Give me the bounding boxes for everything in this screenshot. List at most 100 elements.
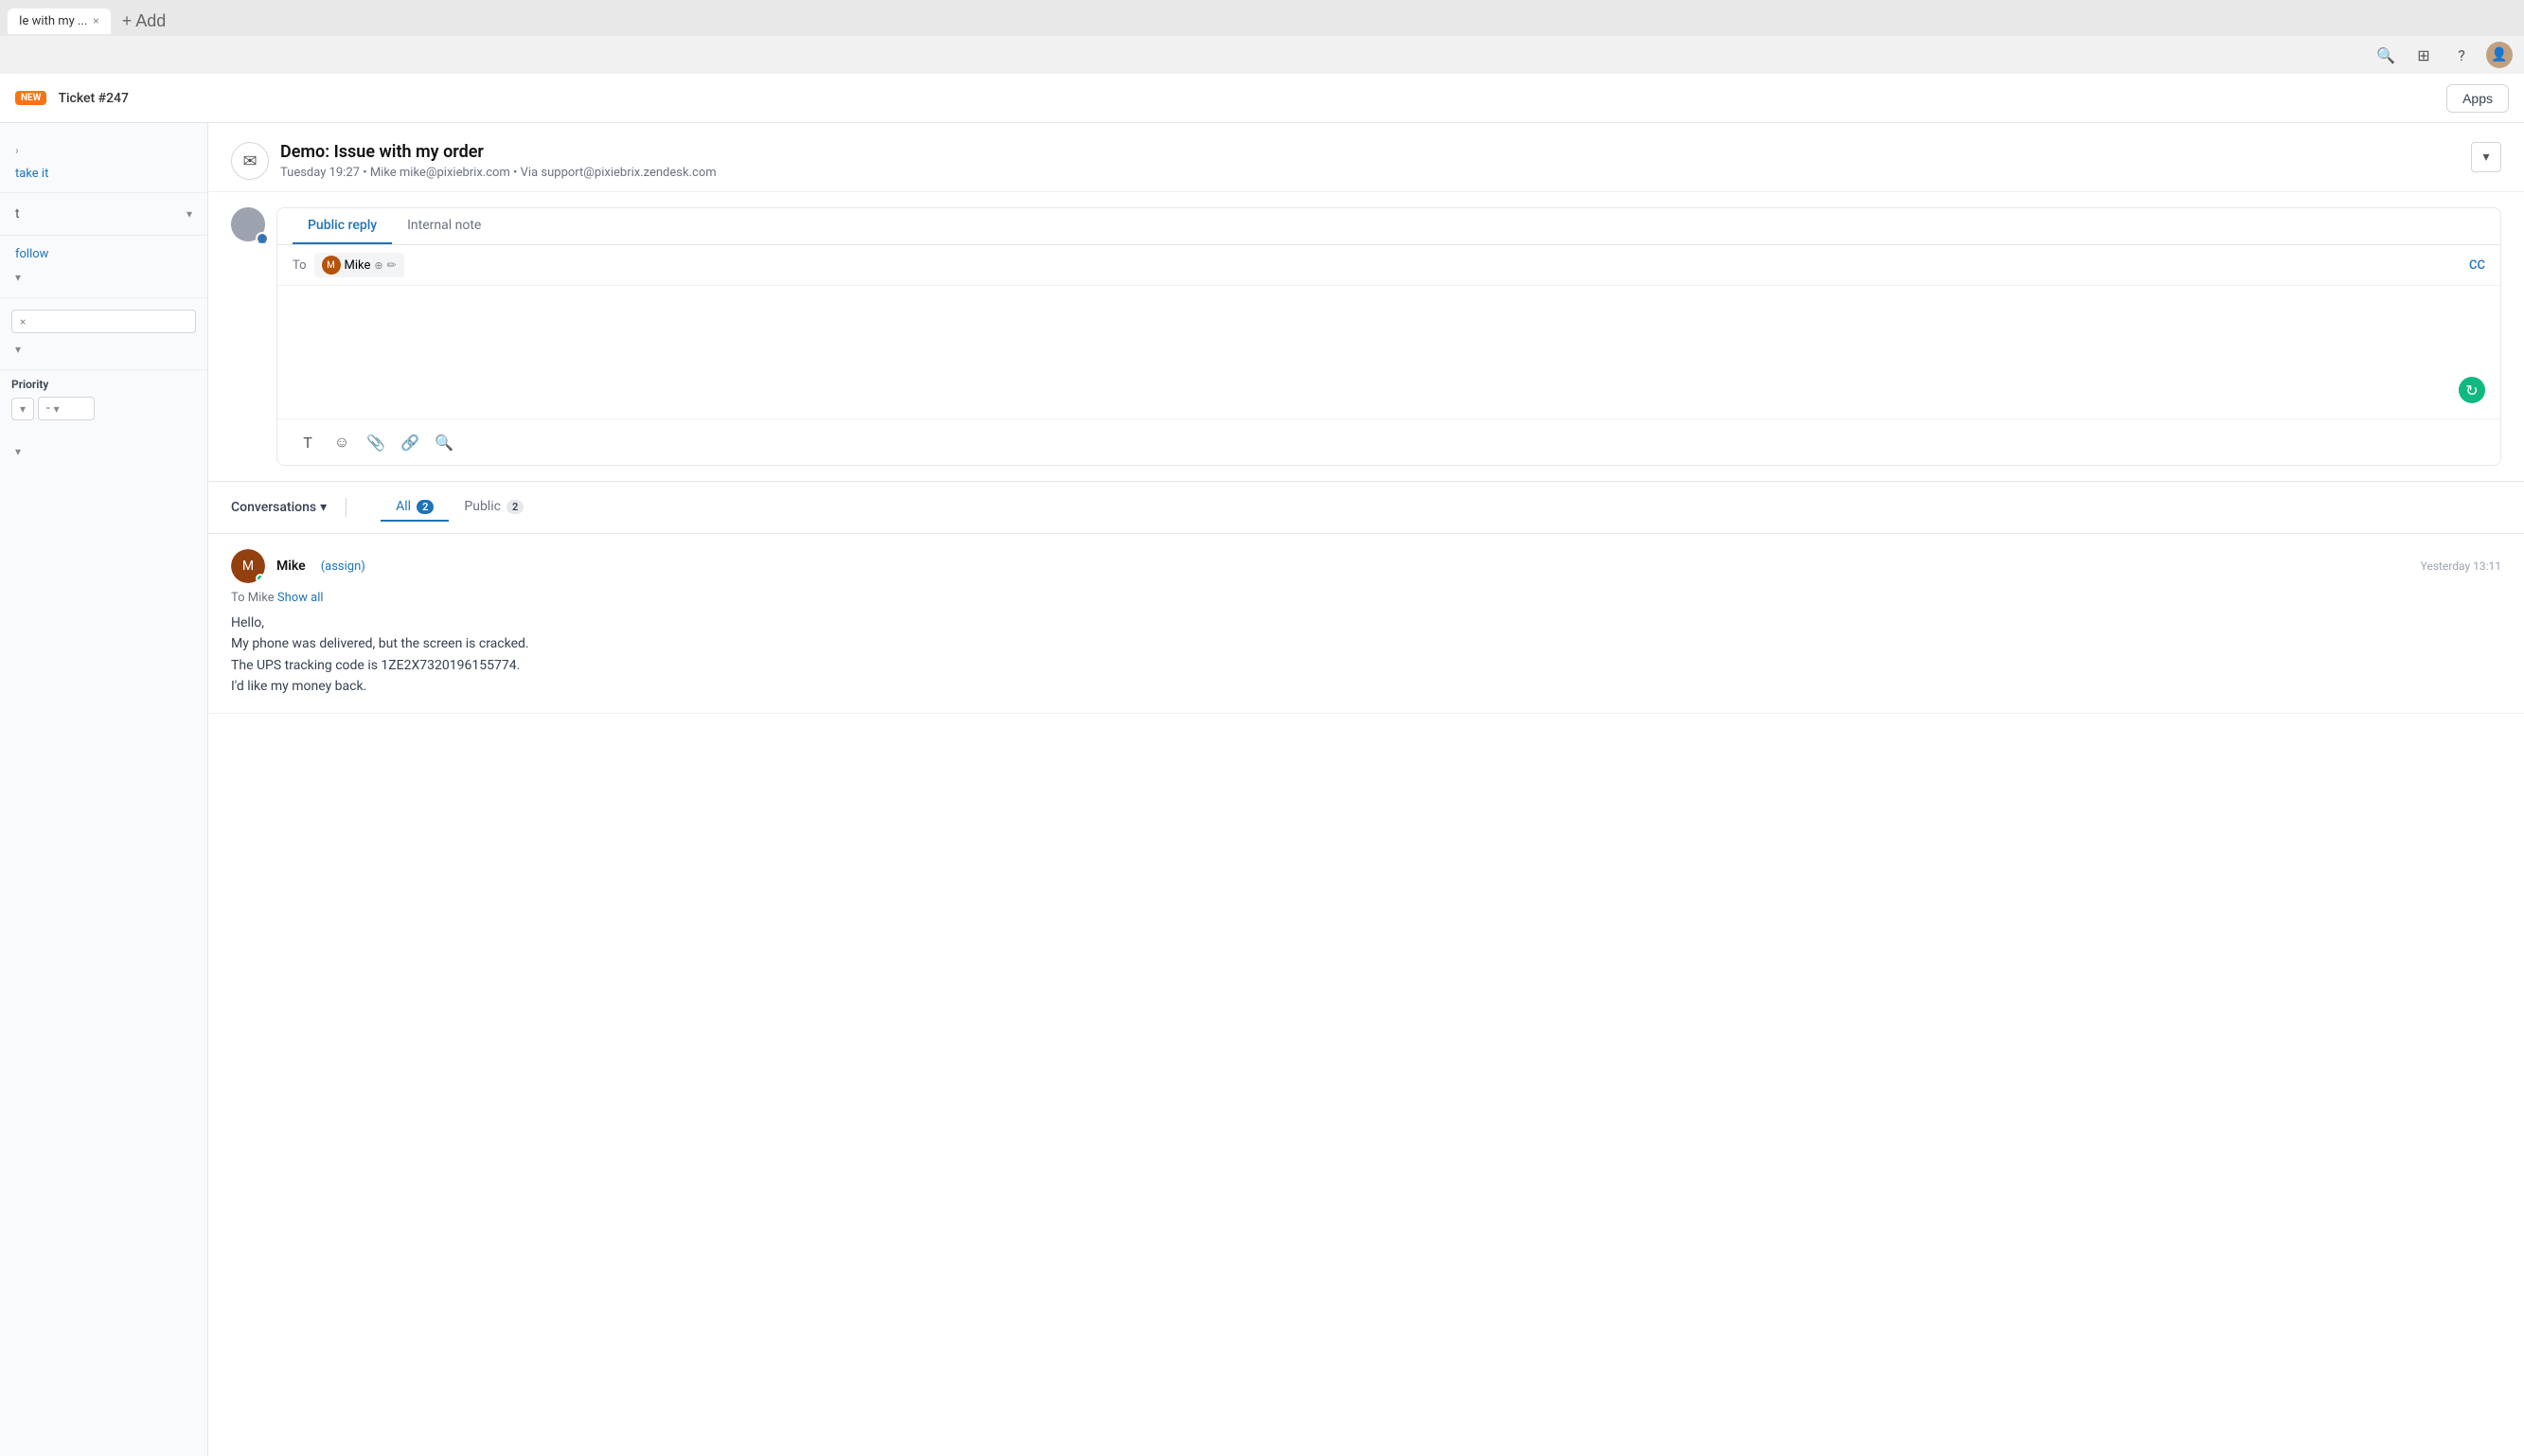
to-recipient[interactable]: M Mike ⊕ ✏: [314, 253, 404, 277]
message-line-2: My phone was delivered, but the screen i…: [231, 633, 2501, 654]
chevron-down-icon: ▾: [2482, 150, 2489, 165]
priority-value-btn[interactable]: - ▾: [38, 397, 95, 420]
ticket-label: Ticket #247: [58, 91, 129, 106]
sidebar-action-take[interactable]: take it: [11, 163, 196, 185]
to-label: To: [293, 258, 307, 273]
conversations-label: Conversations: [231, 500, 316, 515]
email-info: Demo: Issue with my order Tuesday 19:27 …: [280, 142, 2460, 180]
message-time: Yesterday 13:11: [2421, 559, 2501, 573]
email-header: ✉ Demo: Issue with my order Tuesday 19:2…: [208, 123, 2524, 192]
reply-area: 👤 Public reply Internal note To M: [208, 192, 2524, 482]
sidebar: › take it t ▾ follow ▾ ×: [0, 123, 208, 1456]
email-subject: Demo: Issue with my order: [280, 142, 2460, 162]
sidebar-section-2: t ▾: [0, 193, 207, 236]
reply-toolbar: T ☺ 📎 🔗 🔍: [277, 418, 2500, 465]
tab-title: Ie with my ...: [19, 14, 87, 28]
profile-icon[interactable]: 👤: [2486, 42, 2513, 68]
message-to: To Mike Show all: [231, 591, 2501, 605]
message-line-3: The UPS tracking code is 1ZE2X7320196155…: [231, 655, 2501, 676]
app: NEW Ticket #247 Apps › take it t ▾ follo…: [0, 74, 2524, 1456]
new-badge: NEW: [15, 91, 46, 105]
separator-1: [346, 498, 347, 517]
sidebar-section-bottom: ▾: [0, 432, 207, 471]
filter-public-label: Public: [464, 499, 501, 514]
priority-section: Priority ▾ - ▾: [0, 370, 207, 428]
browser-active-tab[interactable]: Ie with my ... ×: [8, 9, 111, 34]
sidebar-input[interactable]: [26, 314, 187, 328]
conversations-header: Conversations ▾ All 2 Public 2: [208, 482, 2524, 534]
reply-text-area[interactable]: ↻: [277, 286, 2500, 418]
sidebar-action-follow[interactable]: follow: [11, 243, 196, 265]
cc-button[interactable]: CC: [2469, 258, 2485, 273]
reply-to-row: To M Mike ⊕ ✏ CC: [277, 245, 2500, 286]
sidebar-row-3[interactable]: ▾: [11, 265, 196, 290]
reply-row: 👤 Public reply Internal note To M: [231, 207, 2501, 466]
filter-public-badge: 2: [507, 500, 524, 514]
header-right: Apps: [2446, 84, 2509, 113]
help-icon[interactable]: ?: [2448, 42, 2475, 68]
grid-icon[interactable]: ⊞: [2410, 42, 2437, 68]
apps-button[interactable]: Apps: [2446, 84, 2509, 113]
refresh-icon: ↻: [2465, 382, 2478, 400]
message-body: Hello, My phone was delivered, but the s…: [231, 613, 2501, 698]
sidebar-row-2[interactable]: t ▾: [11, 201, 196, 227]
conversations-section: Conversations ▾ All 2 Public 2: [208, 482, 2524, 1456]
priority-value-chevron-icon: ▾: [54, 402, 60, 416]
browser-toolbar: 🔍 ⊞ ? 👤: [0, 36, 2524, 74]
emoji-button[interactable]: ☺: [327, 427, 357, 457]
attach-button[interactable]: 📎: [361, 427, 391, 457]
conversations-chevron-icon: ▾: [320, 500, 327, 515]
filter-all-badge: 2: [417, 500, 434, 514]
message-avatar: M: [231, 549, 265, 583]
priority-value-text: -: [46, 401, 50, 416]
recipient-name: Mike: [345, 258, 371, 273]
priority-label: Priority: [11, 378, 196, 391]
sidebar-chevron-3: ▾: [15, 271, 21, 284]
sidebar-chevron-1: ›: [15, 144, 19, 157]
browser-chrome: Ie with my ... × + Add 🔍 ⊞ ? 👤: [0, 0, 2524, 74]
filter-public-button[interactable]: Public 2: [449, 493, 539, 522]
conversations-filters: All 2 Public 2: [381, 493, 539, 522]
reply-avatar: 👤: [231, 207, 265, 241]
message-header: M Mike (assign) Yesterday 13:11: [231, 549, 2501, 583]
content-area: ✉ Demo: Issue with my order Tuesday 19:2…: [208, 123, 2524, 1456]
link-button[interactable]: 🔗: [395, 427, 425, 457]
text-format-button[interactable]: T: [293, 427, 323, 457]
assign-link[interactable]: (assign): [321, 559, 365, 574]
app-header: NEW Ticket #247 Apps: [0, 74, 2524, 123]
recipient-edit-icon[interactable]: ✏: [387, 258, 397, 272]
sidebar-row-4[interactable]: ▾: [11, 337, 196, 362]
sidebar-section-1: › take it: [0, 131, 207, 193]
filter-all-label: All: [396, 499, 411, 514]
tab-public-reply[interactable]: Public reply: [293, 208, 392, 244]
tab-internal-note[interactable]: Internal note: [392, 208, 496, 244]
sidebar-row-1[interactable]: ›: [11, 138, 196, 163]
message-online-dot: [256, 574, 265, 583]
add-tab-button[interactable]: + Add: [115, 11, 174, 31]
expand-button[interactable]: ▾: [2471, 142, 2501, 172]
filter-all-button[interactable]: All 2: [381, 493, 449, 522]
message-line-1: Hello,: [231, 613, 2501, 633]
sidebar-input-row: ×: [11, 310, 196, 333]
main-layout: › take it t ▾ follow ▾ ×: [0, 123, 2524, 1456]
priority-type-btn[interactable]: ▾: [11, 398, 34, 420]
sidebar-chevron-4: ▾: [15, 343, 21, 356]
email-meta: Tuesday 19:27 • Mike mike@pixiebrix.com …: [280, 166, 2460, 180]
mail-icon: ✉: [242, 151, 257, 171]
email-icon: ✉: [231, 142, 269, 180]
conversations-title[interactable]: Conversations ▾: [231, 500, 327, 515]
sidebar-chevron-2: ▾: [187, 207, 192, 221]
recipient-avatar: M: [322, 256, 341, 275]
sidebar-text-2: t: [15, 206, 20, 222]
priority-select: ▾ - ▾: [11, 397, 196, 420]
sidebar-row-bottom[interactable]: ▾: [11, 439, 196, 464]
search-button[interactable]: 🔍: [429, 427, 459, 457]
tab-close-icon[interactable]: ×: [93, 14, 98, 27]
recipient-expand-icon[interactable]: ⊕: [374, 259, 382, 272]
show-all-link[interactable]: Show all: [277, 591, 324, 605]
message-item: M Mike (assign) Yesterday 13:11 To Mike …: [208, 534, 2524, 714]
reply-tabs: Public reply Internal note: [277, 208, 2500, 245]
search-icon[interactable]: 🔍: [2373, 42, 2399, 68]
priority-type-chevron-icon: ▾: [20, 402, 26, 416]
sidebar-section-3: follow ▾: [0, 236, 207, 298]
